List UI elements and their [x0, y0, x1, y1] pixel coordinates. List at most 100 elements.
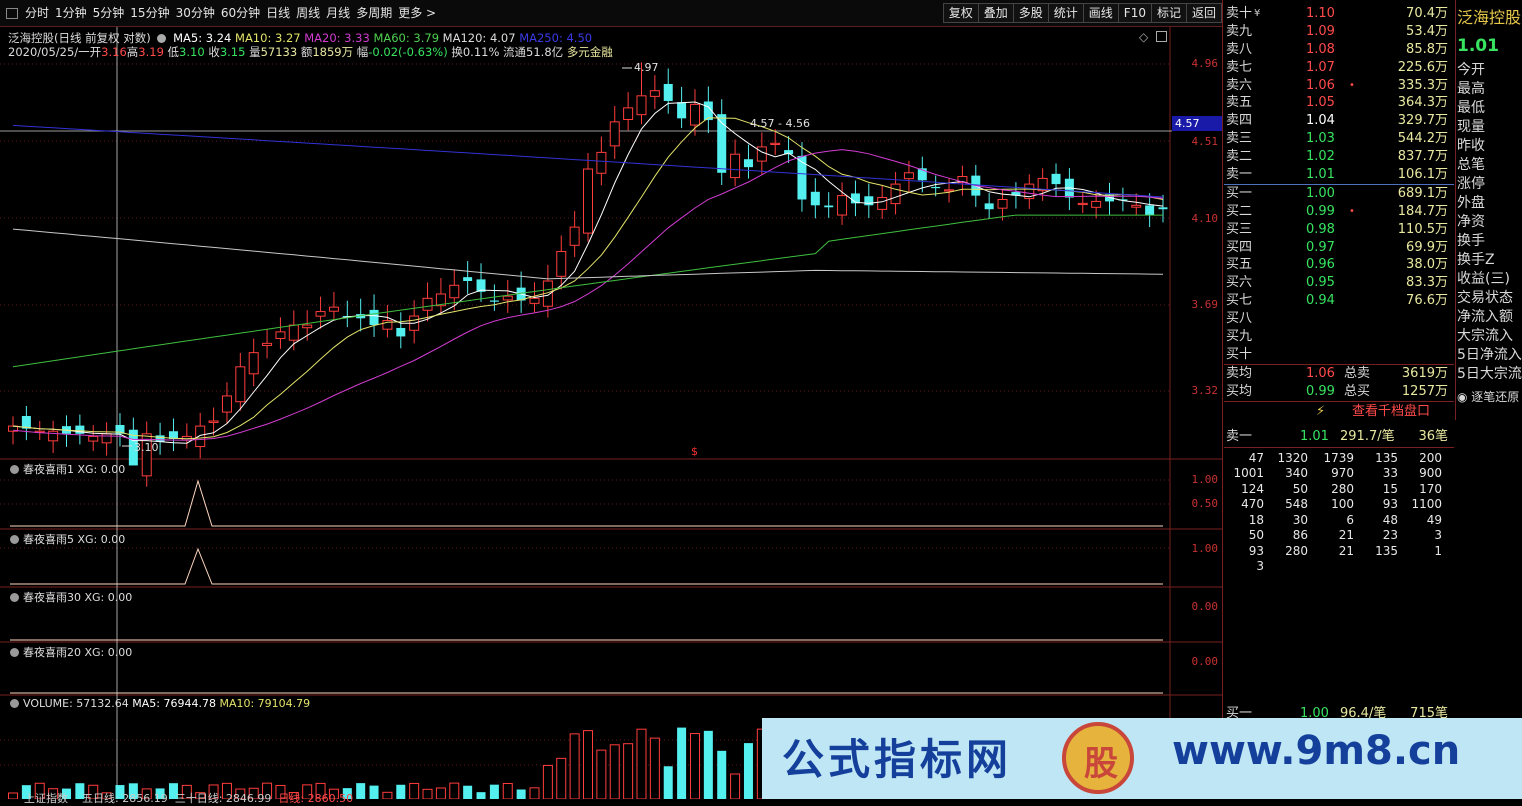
- stockinfo-price: 1.01: [1457, 36, 1499, 56]
- stockinfo-field[interactable]: ◉ 逐笔还原: [1457, 388, 1522, 407]
- level-price: 1.01: [1306, 167, 1335, 183]
- indicator-settings-icon[interactable]: [10, 648, 19, 657]
- order-book-row[interactable]: 买十: [1224, 346, 1454, 364]
- indicator-title-20[interactable]: 春夜喜雨20 XG: 0.00: [10, 644, 132, 660]
- order-book-row[interactable]: 买四 0.97 69.9万: [1224, 239, 1454, 257]
- avg-sell-label: 卖均: [1226, 365, 1253, 381]
- candle-body: [556, 251, 567, 277]
- period-tab[interactable]: 15分钟: [127, 0, 172, 26]
- level-volume: 837.7万: [1397, 149, 1448, 165]
- order-book-row[interactable]: 卖一 1.01 106.1万: [1224, 166, 1454, 184]
- candle-body: [984, 203, 994, 210]
- period-tab[interactable]: 分时: [22, 0, 52, 26]
- tool-button[interactable]: 复权: [942, 3, 978, 23]
- deep-book-link[interactable]: 查看千档盘口: [1352, 402, 1430, 422]
- volume-bar: [396, 784, 406, 799]
- low-value: 3.10: [179, 45, 205, 59]
- volume-bar: [463, 785, 473, 799]
- indicator-settings-icon[interactable]: [10, 593, 19, 602]
- tick-row: 93 280 21 135 1: [1224, 544, 1454, 560]
- indicator-title-5[interactable]: 春夜喜雨5 XG: 0.00: [10, 531, 125, 547]
- high-label: 高: [126, 45, 139, 59]
- tick-cell: 33: [1382, 466, 1398, 481]
- tool-button[interactable]: 标记: [1150, 3, 1186, 23]
- tick-cell: 86: [1292, 528, 1308, 543]
- window-icon[interactable]: [6, 8, 18, 19]
- period-tab[interactable]: 月线: [323, 0, 353, 26]
- tool-button[interactable]: 画线: [1082, 3, 1118, 23]
- tick-cell: 280: [1331, 481, 1354, 496]
- level-volume: 106.1万: [1397, 167, 1448, 183]
- period-tab[interactable]: 日线: [263, 0, 293, 26]
- tool-button[interactable]: 返回: [1185, 3, 1222, 23]
- period-tab[interactable]: 1分钟: [52, 0, 90, 26]
- level-label: 卖九: [1226, 23, 1253, 39]
- order-book-row[interactable]: 买三 0.98 110.5万: [1224, 221, 1454, 239]
- period-tab[interactable]: 60分钟: [218, 0, 263, 26]
- level-mark: •: [1349, 79, 1355, 91]
- kline-chart-area[interactable]: [0, 27, 1222, 799]
- event-marker[interactable]: $: [691, 445, 698, 458]
- order-book-row[interactable]: 买九: [1224, 328, 1454, 346]
- tool-button[interactable]: 叠加: [977, 3, 1013, 23]
- level-label: 卖一: [1226, 167, 1253, 183]
- tick-cell: 1739: [1323, 450, 1354, 465]
- period-tab[interactable]: 多周期: [353, 0, 395, 26]
- level-label: 卖二: [1226, 149, 1253, 165]
- order-book-row[interactable]: 卖九 1.09 53.4万: [1224, 23, 1454, 41]
- candle-body: [208, 420, 219, 423]
- candle-body: [1051, 173, 1061, 185]
- level-price: 1.04: [1306, 113, 1335, 129]
- order-book-row[interactable]: 卖十 ¥1.10 70.4万: [1224, 5, 1454, 23]
- high-value: 3.19: [138, 45, 164, 59]
- panel-divider: [1222, 0, 1223, 799]
- tick-row: 124 50 280 15 170: [1224, 482, 1454, 498]
- tick-cell: 6: [1346, 512, 1354, 527]
- order-book-row[interactable]: 卖六 • 1.06 335.3万: [1224, 77, 1454, 95]
- ma60-label: MA60: 3.79: [373, 31, 440, 45]
- order-book-row[interactable]: 卖五 1.05 364.3万: [1224, 94, 1454, 112]
- order-book-row[interactable]: 卖八 1.08 85.8万: [1224, 41, 1454, 59]
- chart-tool-buttons: 复权 叠加 多股 统计 画线 F10 标记 返回: [942, 3, 1222, 23]
- order-book-row[interactable]: 卖二 1.02 837.7万: [1224, 148, 1454, 166]
- candle-body: [328, 306, 339, 312]
- period-tab[interactable]: 30分钟: [173, 0, 218, 26]
- tool-button[interactable]: F10: [1117, 3, 1151, 23]
- order-book-row[interactable]: 卖四 1.04 329.7万: [1224, 112, 1454, 130]
- tick-head: 卖一 1.01 291.7/笔 36笔: [1224, 428, 1454, 446]
- tool-button[interactable]: 统计: [1047, 3, 1083, 23]
- tick-row: 470 548 100 93 1100: [1224, 497, 1454, 513]
- order-book-row[interactable]: 买二 • 0.99 184.7万: [1224, 203, 1454, 221]
- tick-head-count: 36笔: [1418, 429, 1448, 444]
- volume-bar: [422, 788, 433, 799]
- candle-body: [931, 186, 941, 189]
- order-book-row[interactable]: 买一 1.00 689.1万: [1224, 185, 1454, 203]
- period-tab[interactable]: 周线: [293, 0, 323, 26]
- order-book-row[interactable]: 卖三 1.03 544.2万: [1224, 130, 1454, 148]
- indicator-title-1[interactable]: 春夜喜雨1 XG: 0.00: [10, 461, 125, 477]
- indicator-settings-icon[interactable]: [10, 535, 19, 544]
- period-tab[interactable]: 5分钟: [90, 0, 128, 26]
- diamond-icon[interactable]: ◇: [1139, 30, 1148, 44]
- indicator-settings-icon[interactable]: [10, 465, 19, 474]
- maximize-icon[interactable]: [1156, 31, 1167, 42]
- settings-icon[interactable]: [157, 34, 167, 43]
- tick-cell: 30: [1292, 512, 1308, 527]
- period-tab[interactable]: 更多 >: [395, 0, 439, 26]
- level-volume: 53.4万: [1406, 23, 1448, 39]
- tool-button[interactable]: 多股: [1012, 3, 1048, 23]
- indicator-settings-icon[interactable]: [10, 699, 19, 708]
- indicator-title-30[interactable]: 春夜喜雨30 XG: 0.00: [10, 589, 132, 605]
- order-book-row[interactable]: 卖七 1.07 225.6万: [1224, 59, 1454, 77]
- tick-cell: 124: [1241, 481, 1264, 496]
- order-book-row[interactable]: 买七 0.94 76.6万: [1224, 292, 1454, 310]
- volume-title[interactable]: VOLUME: 57132.64 MA5: 76944.78 MA10: 791…: [10, 697, 310, 710]
- logo-glyph: 股: [1084, 744, 1118, 784]
- order-book-row[interactable]: 买八: [1224, 310, 1454, 328]
- candle-body: [689, 103, 700, 126]
- amt-value: 1859万: [312, 45, 354, 59]
- order-book-row[interactable]: 买五 0.96 38.0万: [1224, 256, 1454, 274]
- tick-cell: 1320: [1277, 450, 1308, 465]
- order-book-row[interactable]: 买六 0.95 83.3万: [1224, 274, 1454, 292]
- volume-bar: [449, 782, 460, 799]
